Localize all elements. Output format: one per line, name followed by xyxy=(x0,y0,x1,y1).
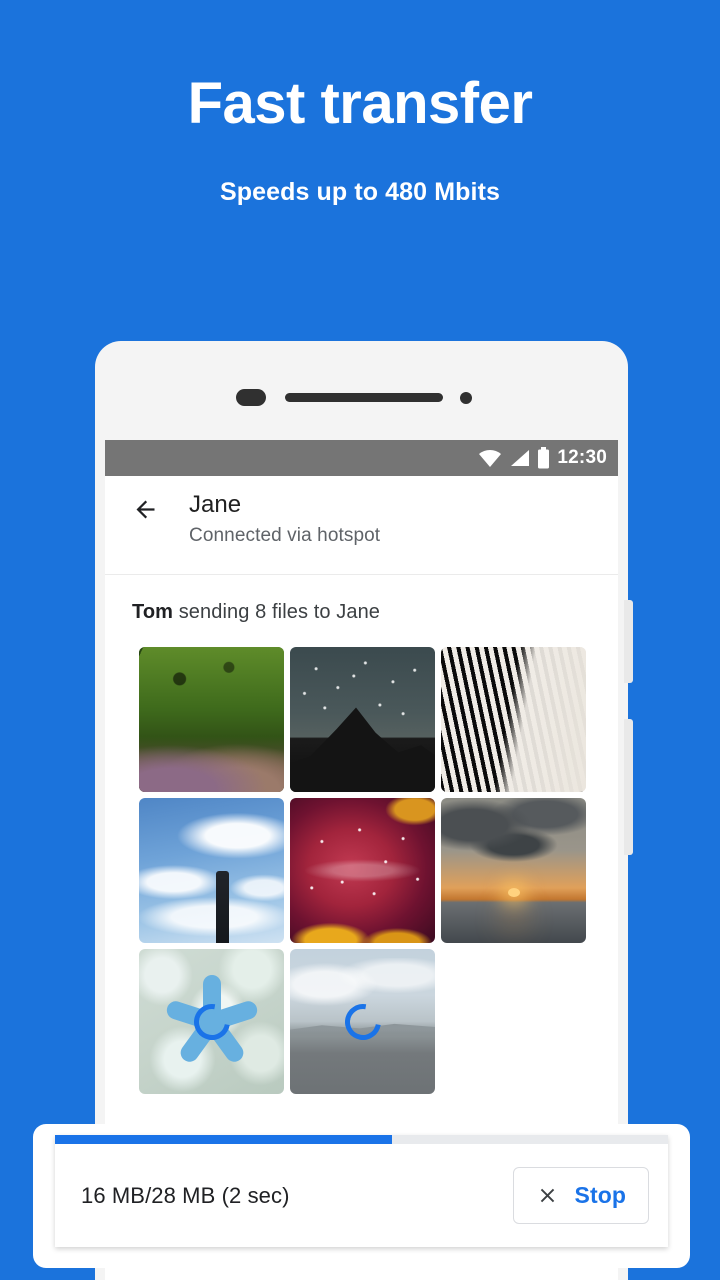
progress-panel: 16 MB/28 MB (2 sec) Stop xyxy=(55,1135,668,1247)
black-wave-sculpture-image xyxy=(441,647,586,792)
progress-bar-fill xyxy=(55,1135,392,1144)
thumbnail-forest-canopy[interactable] xyxy=(139,647,284,792)
front-camera-icon xyxy=(460,392,472,404)
thumbnail-hazy-coast-landscape[interactable] xyxy=(290,949,435,1094)
sender-name: Tom xyxy=(132,601,173,623)
wifi-icon xyxy=(478,448,502,468)
thumbnail-chimney-cirrus-clouds[interactable] xyxy=(139,798,284,943)
peer-name: Jane xyxy=(189,490,380,520)
back-arrow-icon[interactable] xyxy=(132,496,159,523)
status-bar-clock: 12:30 xyxy=(557,447,607,469)
status-bar: 12:30 xyxy=(105,440,618,476)
sunset-over-water-image xyxy=(441,798,586,943)
thumbnail-black-wave-sculpture[interactable] xyxy=(441,647,586,792)
connection-status: Connected via hotspot xyxy=(189,525,380,547)
transfer-description-rest: sending 8 files to Jane xyxy=(173,601,380,623)
progress-status-text: 16 MB/28 MB (2 sec) xyxy=(81,1183,290,1209)
battery-icon xyxy=(537,447,550,469)
thumbnail-blue-starfish-coral[interactable] xyxy=(139,949,284,1094)
volume-button[interactable] xyxy=(624,600,633,683)
earpiece-speaker-icon xyxy=(285,393,443,402)
page-title: Fast transfer xyxy=(0,72,720,136)
thumbnail-red-galaxy-foliage[interactable] xyxy=(290,798,435,943)
power-button[interactable] xyxy=(624,719,633,855)
app-bar: Jane Connected via hotspot xyxy=(105,476,618,575)
transfer-description: Tom sending 8 files to Jane xyxy=(105,575,618,624)
thumbnail-sunset-over-water[interactable] xyxy=(441,798,586,943)
stop-button-label: Stop xyxy=(575,1182,627,1209)
file-thumbnail-grid xyxy=(105,624,618,1094)
promo-screenshot: Fast transfer Speeds up to 480 Mbits 12:… xyxy=(0,0,720,1280)
red-galaxy-foliage-image xyxy=(290,798,435,943)
page-subtitle: Speeds up to 480 Mbits xyxy=(0,178,720,207)
progress-bar-track xyxy=(55,1135,668,1144)
chimney-cirrus-clouds-image xyxy=(139,798,284,943)
mountain-under-stars-image xyxy=(290,647,435,792)
proximity-sensor-icon xyxy=(236,389,266,406)
close-x-icon xyxy=(536,1184,559,1207)
cellular-signal-icon xyxy=(509,448,530,468)
thumbnail-mountain-under-stars[interactable] xyxy=(290,647,435,792)
forest-canopy-image xyxy=(139,647,284,792)
stop-button[interactable]: Stop xyxy=(513,1167,650,1224)
